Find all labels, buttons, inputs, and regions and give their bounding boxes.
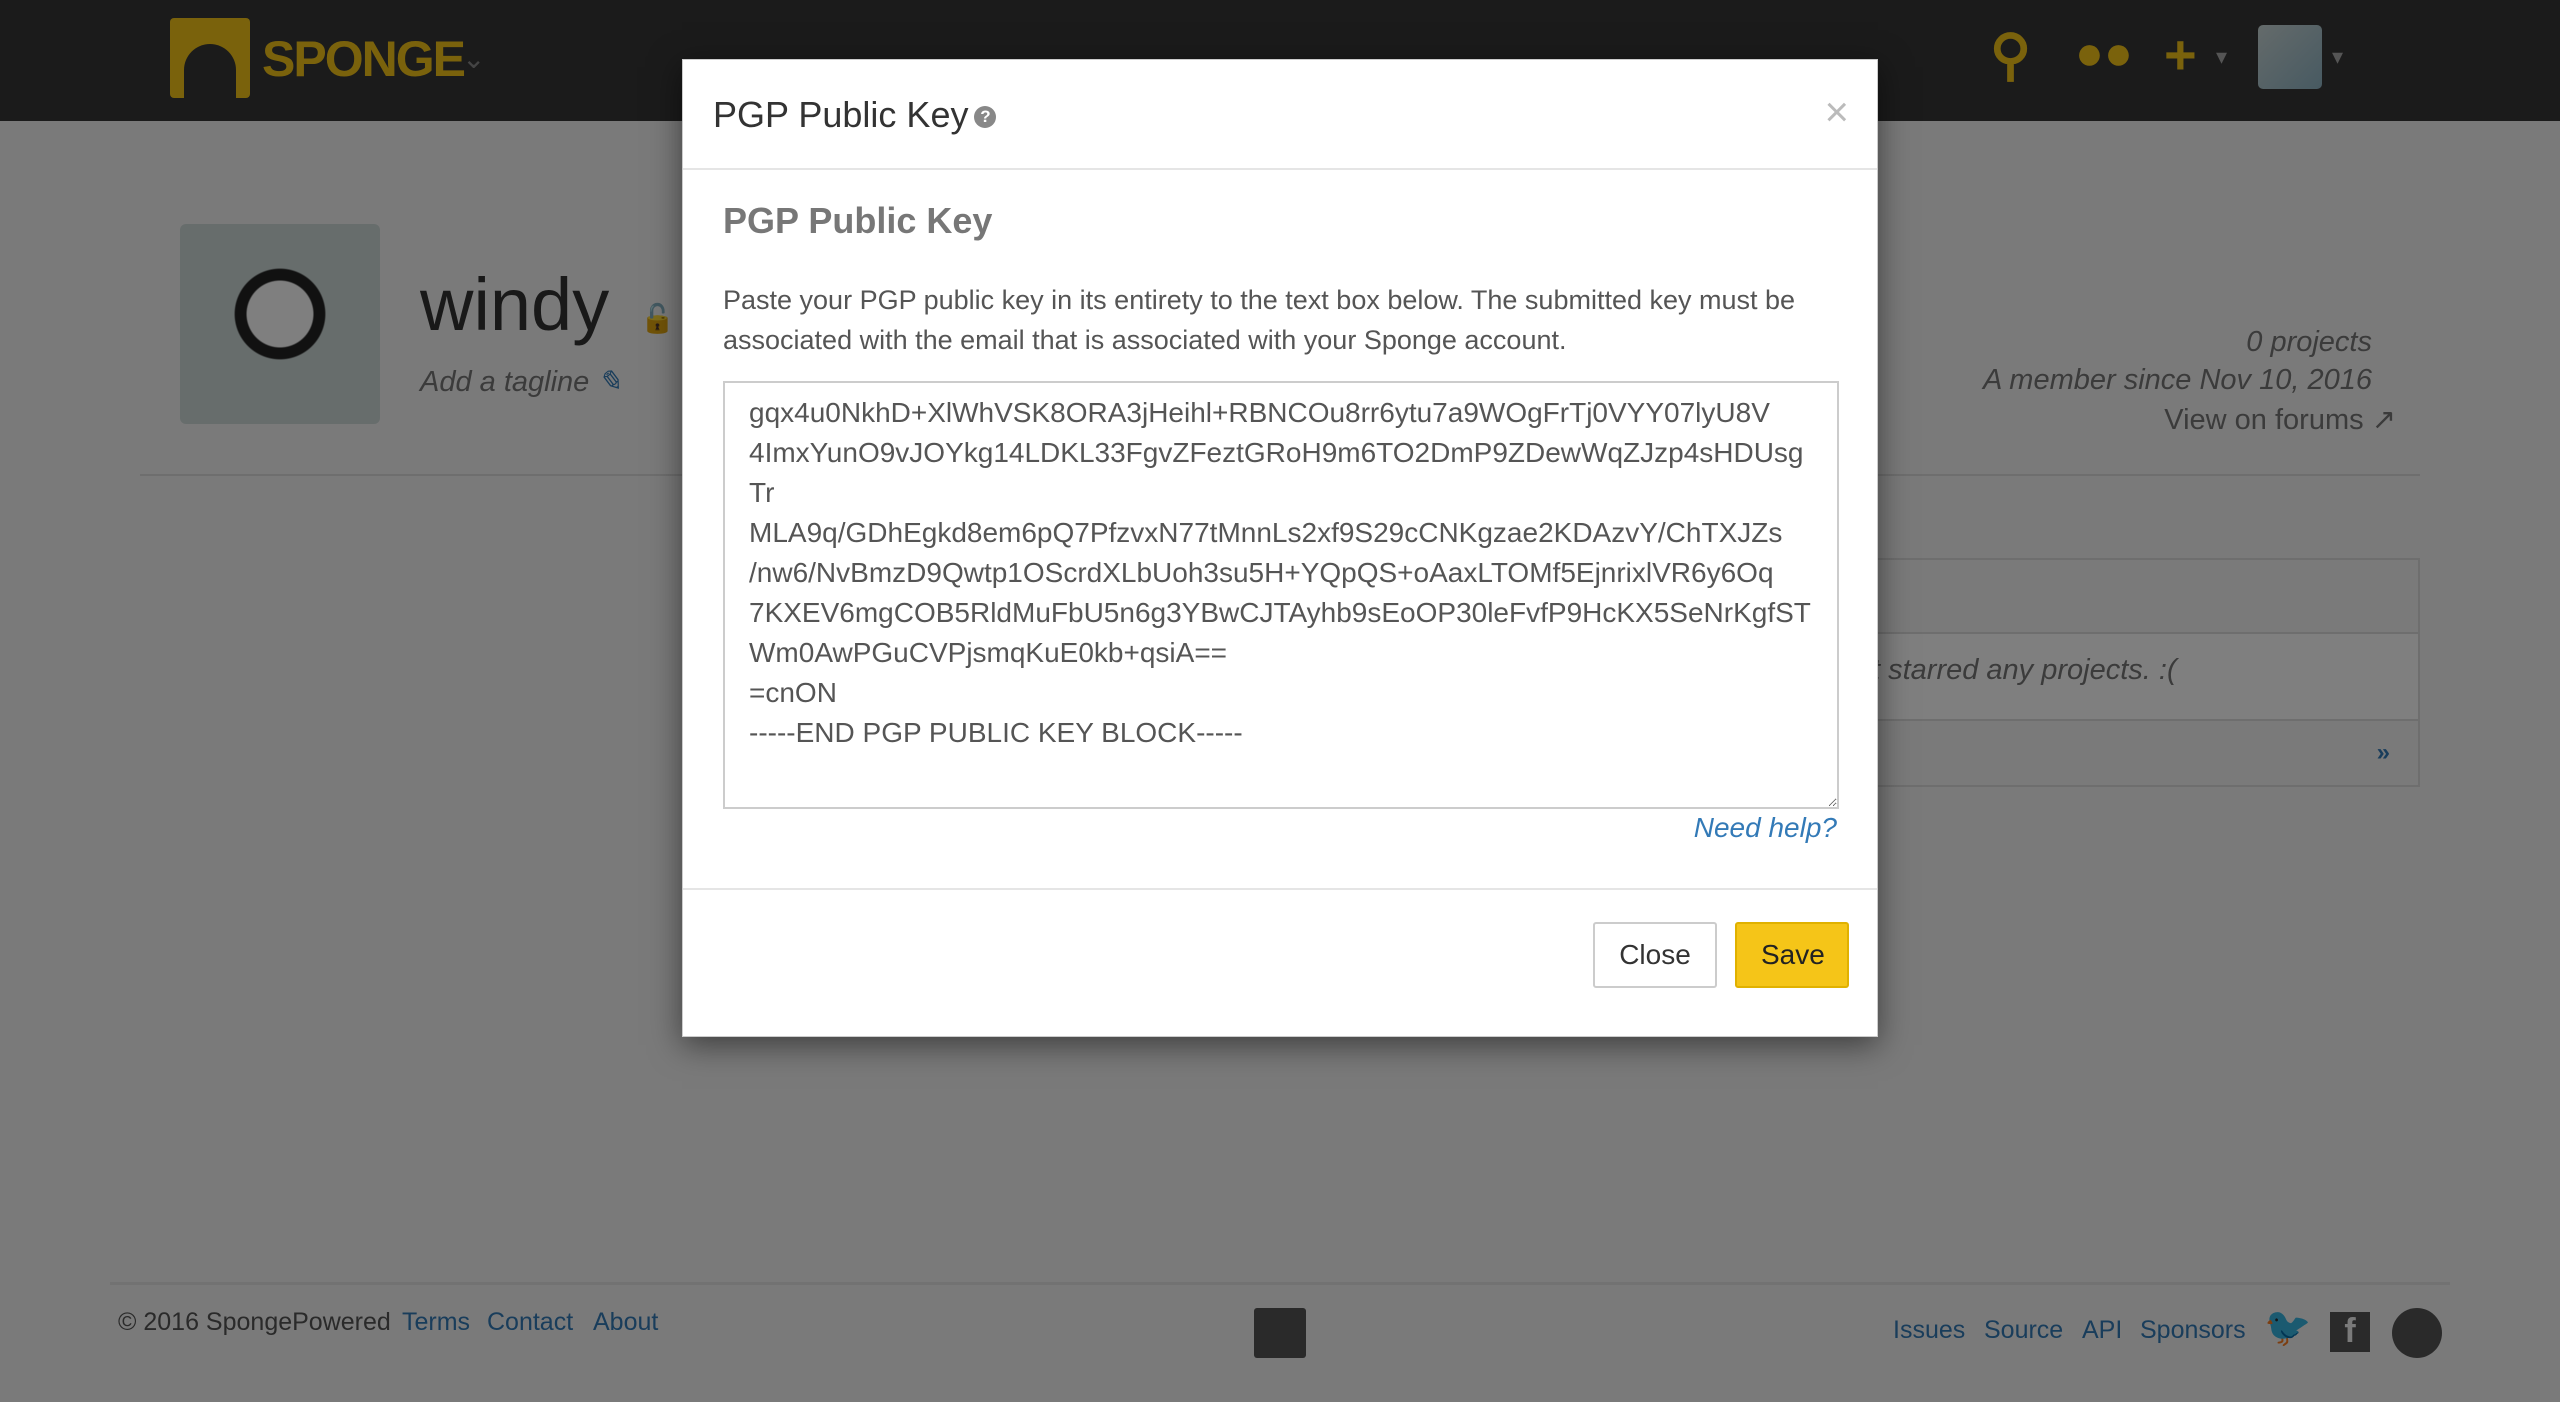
modal-footer-divider xyxy=(683,888,1877,890)
close-button[interactable]: Close xyxy=(1593,922,1717,988)
modal-title: PGP Public Key? xyxy=(713,94,997,136)
modal-header: PGP Public Key? × xyxy=(683,60,1877,170)
pgp-key-textarea[interactable]: gqx4u0NkhD+XlWhVSK8ORA3jHeihl+RBNCOu8rr6… xyxy=(723,381,1839,809)
modal-description: Paste your PGP public key in its entiret… xyxy=(723,285,1796,355)
question-circle-icon[interactable]: ? xyxy=(974,106,997,129)
modal-title-text: PGP Public Key xyxy=(713,94,969,135)
modal-heading: PGP Public Key xyxy=(723,200,993,241)
save-button[interactable]: Save xyxy=(1735,922,1849,988)
close-icon[interactable]: × xyxy=(1824,88,1849,136)
pgp-key-modal: PGP Public Key? × PGP Public Key Paste y… xyxy=(682,59,1878,1037)
need-help-link[interactable]: Need help? xyxy=(1694,812,1837,844)
